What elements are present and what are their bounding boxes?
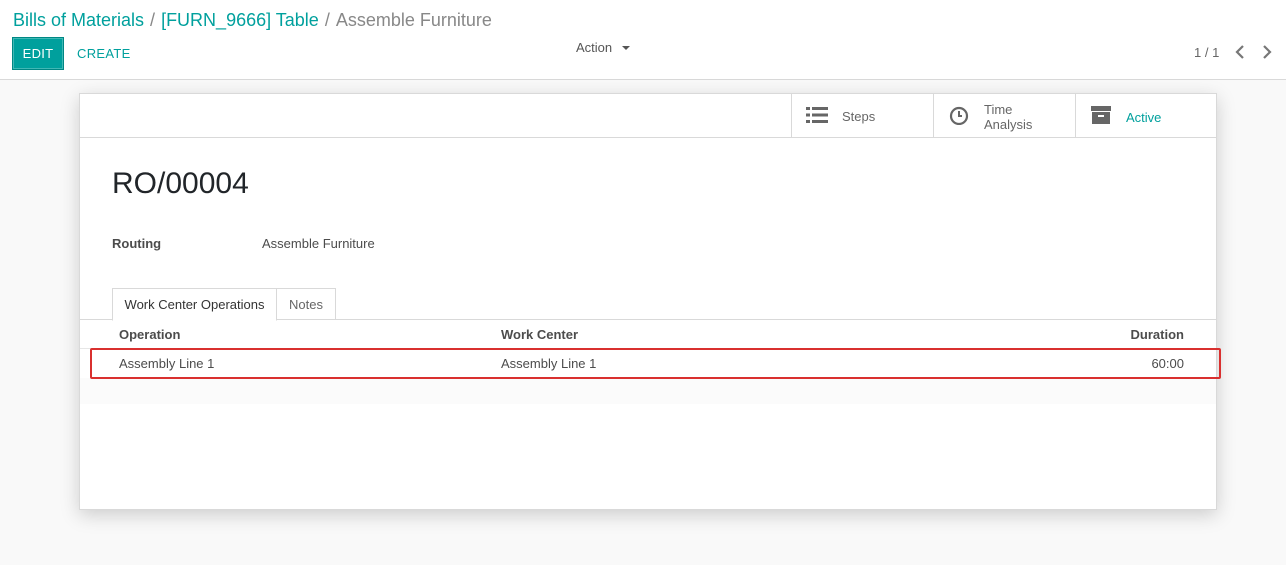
active-label: Active [1126,110,1162,125]
tab-notes[interactable]: Notes [276,288,336,320]
steps-label: Steps [842,109,876,124]
breadcrumb-separator: / [150,10,156,30]
column-header-duration[interactable]: Duration [1131,327,1184,342]
archive-icon [1091,106,1111,124]
chevron-right-icon [1263,45,1272,59]
routing-value[interactable]: Assemble Furniture [262,236,375,251]
column-header-work-center[interactable]: Work Center [501,327,578,342]
form-sheet: Steps Time Analysis Active RO/00004 Rout… [79,93,1217,510]
time-analysis-button[interactable]: Time Analysis [933,94,1075,137]
time-analysis-label-line1: Time [984,102,1013,117]
active-toggle-button[interactable]: Active [1075,94,1217,137]
chevron-left-icon [1235,45,1244,59]
control-panel: Bills of Materials / [FURN_9666] Table / Ass… [0,0,1286,80]
time-analysis-label: Time Analysis [984,102,1032,132]
cell-duration: 60:00 [1151,356,1184,371]
cell-operation: Assembly Line 1 [119,356,215,371]
breadcrumb-separator: / [324,10,330,30]
notebook-tabs: Work Center Operations Notes [80,288,1216,321]
breadcrumb-bills-of-materials[interactable]: Bills of Materials [13,10,144,30]
edit-button[interactable]: EDIT [12,37,64,70]
clock-icon [949,106,969,125]
tab-work-center-operations[interactable]: Work Center Operations [112,288,277,321]
breadcrumb: Bills of Materials / [FURN_9666] Table / Ass… [13,8,492,32]
routing-label: Routing [112,236,162,251]
create-button[interactable]: CREATE [77,37,131,70]
list-icon [806,107,828,123]
pager-value[interactable]: 1 / 1 [1194,45,1219,60]
caret-down-icon [622,45,631,50]
table-row[interactable]: Assembly Line 1 Assembly Line 1 60:00 [80,348,1216,378]
table-header: Operation Work Center Duration [80,320,1216,348]
record-title: RO/00004 [112,167,249,200]
cell-work-center: Assembly Line 1 [501,356,597,371]
action-label: Action [576,40,613,55]
table-empty-row [80,378,1216,404]
breadcrumb-current: Assemble Furniture [335,10,492,30]
action-dropdown[interactable]: Action [576,40,631,55]
smart-button-box: Steps Time Analysis Active [80,94,1216,138]
table-empty-row [80,404,1216,430]
time-analysis-label-line2: Analysis [984,117,1033,132]
breadcrumb-product[interactable]: [FURN_9666] Table [161,10,319,30]
column-header-operation[interactable]: Operation [119,327,180,342]
pager-previous-button[interactable] [1231,42,1249,62]
pager-next-button[interactable] [1258,42,1276,62]
steps-button[interactable]: Steps [791,94,933,137]
